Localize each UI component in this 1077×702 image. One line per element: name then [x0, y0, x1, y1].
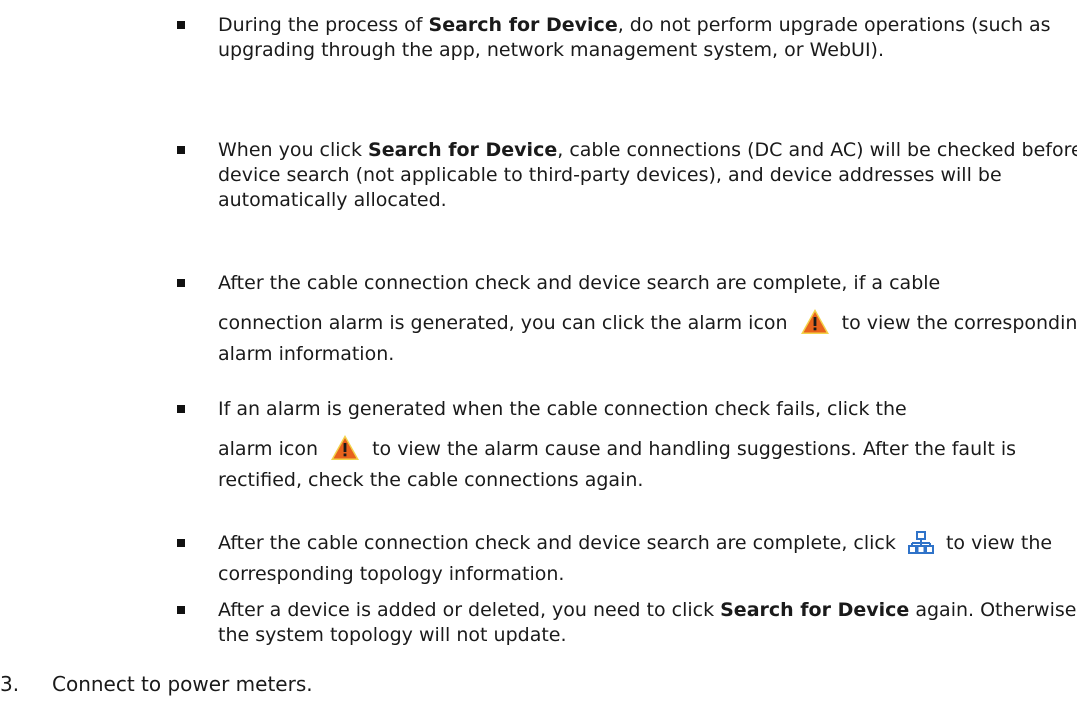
- list-item: During the process of Search for Device,…: [172, 13, 1077, 63]
- text-run: If an alarm is generated when the cable …: [218, 398, 907, 420]
- text-run: After the cable connection check and dev…: [218, 532, 896, 554]
- list-item: When you click Search for Device, cable …: [172, 138, 1077, 213]
- text-run: connection alarm is generated, you can c…: [218, 312, 788, 334]
- bold-term: Search for Device: [720, 599, 910, 621]
- bullet-square: [177, 279, 185, 287]
- step-text: Connect to power meters.: [52, 672, 313, 696]
- bullet-square: [177, 606, 185, 614]
- warning-triangle-icon[interactable]: [330, 434, 360, 468]
- bullet-text: After the cable connection check and dev…: [218, 271, 1077, 296]
- bullet-text: During the process of Search for Device,…: [218, 13, 1077, 63]
- bullet-text: connection alarm is generated, you can c…: [218, 308, 1077, 367]
- text-run: During the process of: [218, 14, 429, 36]
- bullet-text: After a device is added or deleted, you …: [218, 598, 1077, 648]
- text-run: alarm icon: [218, 438, 318, 460]
- list-item: If an alarm is generated when the cable …: [172, 397, 1077, 493]
- bold-term: Search for Device: [428, 14, 618, 36]
- list-item: After the cable connection check and dev…: [172, 271, 1077, 367]
- bullet-text: When you click Search for Device, cable …: [218, 138, 1077, 213]
- bullet-square: [177, 539, 185, 547]
- warning-triangle-icon[interactable]: [800, 308, 830, 342]
- bullet-square: [177, 405, 185, 413]
- bullet-text: If an alarm is generated when the cable …: [218, 397, 1077, 422]
- text-run: When you click: [218, 139, 369, 161]
- step-number: 3.: [0, 672, 20, 696]
- text-run: After the cable connection check and dev…: [218, 272, 941, 294]
- list-item: After a device is added or deleted, you …: [172, 598, 1077, 648]
- bullet-text: alarm icon to view the alarm cause and h…: [218, 434, 1077, 493]
- bullet-text: After the cable connection check and dev…: [218, 531, 1077, 587]
- list-item: After the cable connection check and dev…: [172, 531, 1077, 587]
- topology-icon[interactable]: [907, 531, 934, 562]
- bullet-square: [177, 21, 185, 29]
- text-run: After a device is added or deleted, you …: [218, 599, 721, 621]
- bold-term: Search for Device: [368, 139, 558, 161]
- bullet-square: [177, 146, 185, 154]
